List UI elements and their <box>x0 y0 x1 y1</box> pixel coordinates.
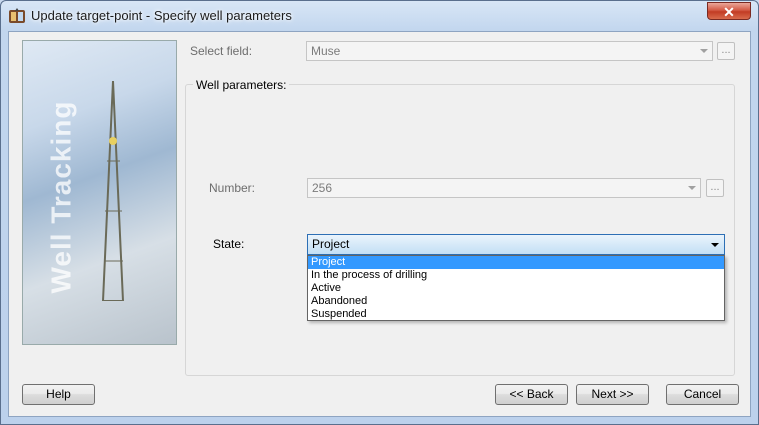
help-button[interactable]: Help <box>22 384 95 405</box>
select-field-combo[interactable]: Muse <box>306 41 713 61</box>
state-option-suspended[interactable]: Suspended <box>308 308 724 321</box>
next-button[interactable]: Next >> <box>576 384 649 405</box>
cancel-button[interactable]: Cancel <box>666 384 739 405</box>
state-option-active[interactable]: Active <box>308 282 724 295</box>
number-combo[interactable]: 256 <box>307 178 701 198</box>
state-dropdown-list[interactable]: Project In the process of drilling Activ… <box>307 255 725 321</box>
close-button[interactable]: ✕ <box>707 2 751 20</box>
state-option-abandoned[interactable]: Abandoned <box>308 295 724 308</box>
select-field-value: Muse <box>311 44 341 58</box>
state-label: State: <box>213 237 245 251</box>
number-value: 256 <box>312 181 333 195</box>
select-field-label: Select field: <box>190 44 253 58</box>
chevron-down-icon <box>711 243 719 247</box>
app-icon <box>9 8 25 23</box>
dialog-window: Update target-point - Specify well param… <box>0 0 759 425</box>
dialog-content: Well Tracking Select field: Muse ... Wel… <box>8 31 751 417</box>
drilling-rig-image <box>101 81 125 301</box>
state-option-drilling[interactable]: In the process of drilling <box>308 269 724 282</box>
title-bar[interactable]: Update target-point - Specify well param… <box>1 1 758 31</box>
close-icon: ✕ <box>723 4 735 20</box>
well-parameters-label: Well parameters: <box>193 78 290 92</box>
state-combo[interactable]: Project <box>307 234 725 255</box>
state-value: Project <box>312 237 350 251</box>
well-tracking-banner: Well Tracking <box>22 40 177 345</box>
number-label: Number: <box>209 181 256 195</box>
chevron-down-icon <box>688 186 696 190</box>
chevron-down-icon <box>700 49 708 53</box>
banner-title: Well Tracking <box>45 100 77 294</box>
select-field-browse-button[interactable]: ... <box>717 42 735 60</box>
number-browse-button[interactable]: ... <box>706 179 724 197</box>
window-title: Update target-point - Specify well param… <box>31 8 292 23</box>
state-option-project[interactable]: Project <box>308 256 724 269</box>
well-parameters-group <box>185 84 735 376</box>
back-button[interactable]: << Back <box>495 384 568 405</box>
